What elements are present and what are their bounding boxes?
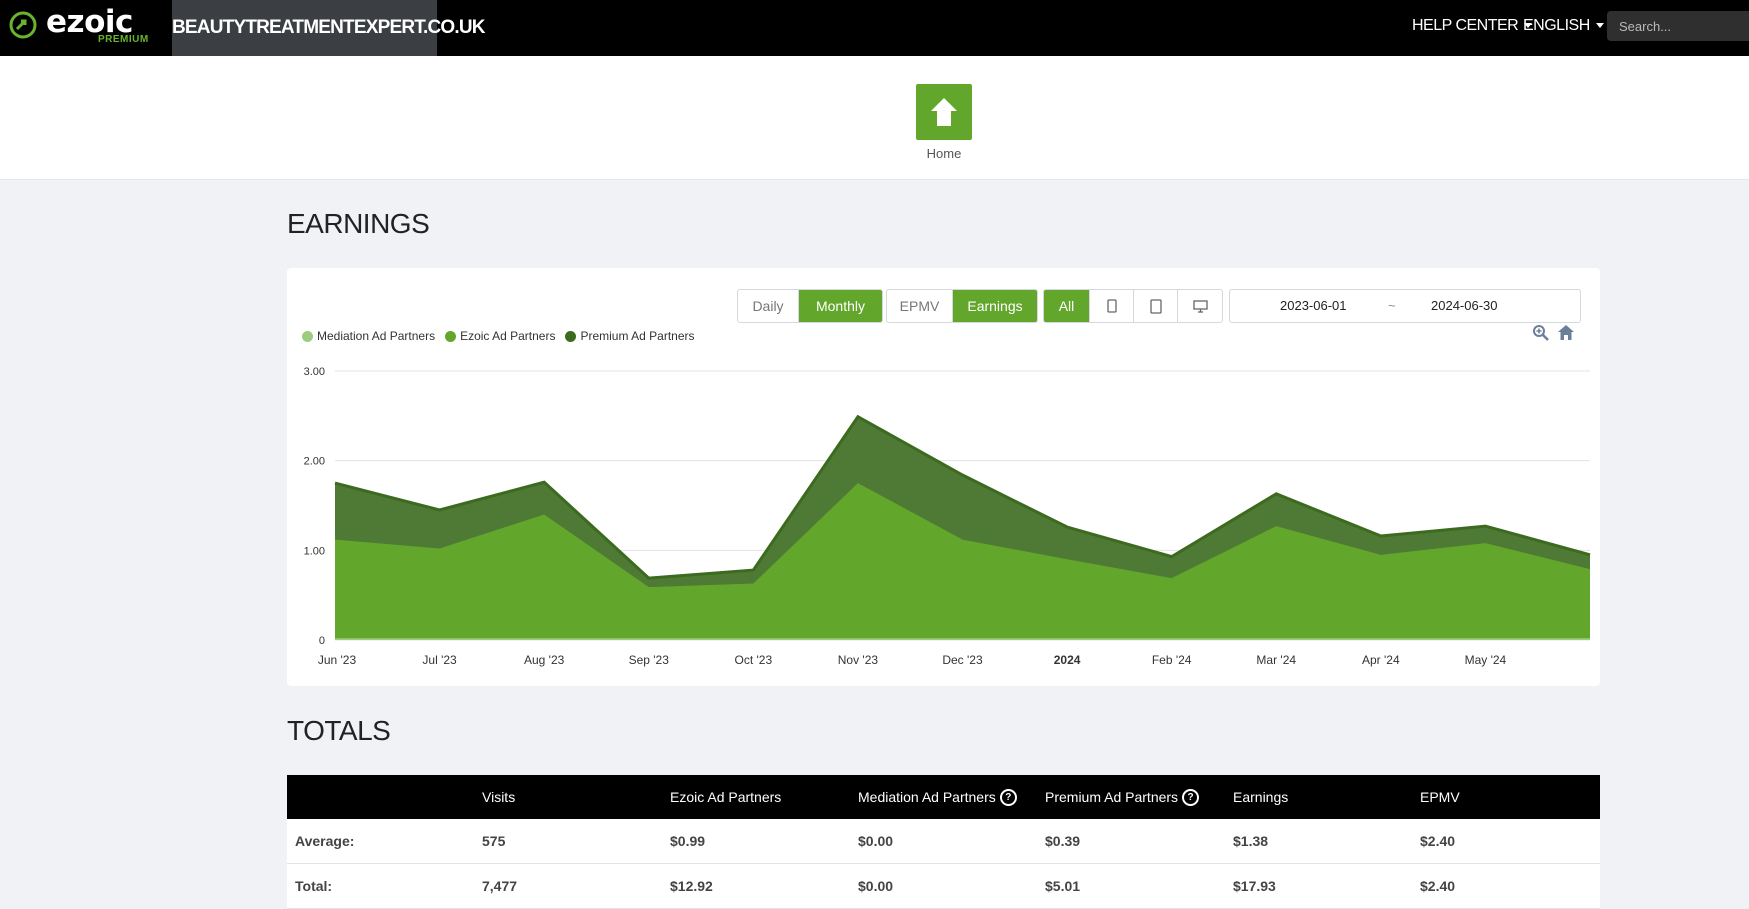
earnings-title: EARNINGS: [287, 208, 430, 239]
period-toggle: Daily Monthly: [737, 289, 883, 323]
x-tick-label: Oct '23: [735, 653, 773, 667]
header-mediation-ad-partners: Mediation Ad Partners?: [858, 775, 1017, 819]
tablet-icon: [1149, 298, 1162, 314]
logo-subtitle: PREMIUM: [98, 34, 149, 45]
cell-visits: 575: [482, 833, 506, 849]
all-devices-button[interactable]: All: [1044, 290, 1090, 322]
search-input[interactable]: [1607, 11, 1749, 41]
chevron-down-icon: [1595, 23, 1604, 29]
home-button[interactable]: [916, 84, 972, 140]
date-separator: ~: [1388, 298, 1396, 313]
epmv-button[interactable]: EPMV: [887, 290, 953, 322]
home-bar: [0, 56, 1749, 180]
monthly-button[interactable]: Monthly: [799, 290, 882, 322]
totals-table: Visits Ezoic Ad Partners Mediation Ad Pa…: [287, 775, 1600, 909]
cell-premium: $0.39: [1045, 833, 1081, 849]
cell-epmv: $2.40: [1420, 878, 1456, 894]
cell-mediation: $0.00: [858, 833, 894, 849]
home-icon: [931, 98, 957, 126]
header-earnings: Earnings: [1233, 789, 1289, 805]
help-center-menu[interactable]: HELP CENTER: [1412, 0, 1533, 52]
y-tick-label: 2.00: [304, 456, 325, 468]
cell-earnings: $17.93: [1233, 878, 1276, 894]
ezoic-logo[interactable]: ezoic PREMIUM: [8, 4, 158, 52]
row-label: Total:: [295, 878, 333, 894]
cell-earnings: $1.38: [1233, 833, 1269, 849]
x-tick-label: Dec '23: [942, 653, 983, 667]
cell-ezoic: $12.92: [670, 878, 713, 894]
language-menu[interactable]: ENGLISH: [1523, 0, 1604, 52]
x-tick-label: Aug '23: [524, 653, 565, 667]
cell-ezoic: $0.99: [670, 833, 706, 849]
header-epmv: EPMV: [1420, 789, 1460, 805]
date-range-picker[interactable]: 2023-06-01 ~ 2024-06-30: [1229, 289, 1581, 323]
cell-premium: $5.01: [1045, 878, 1081, 894]
help-icon[interactable]: ?: [1182, 788, 1200, 806]
date-from[interactable]: 2023-06-01: [1280, 290, 1347, 322]
x-tick-label: May '24: [1465, 653, 1507, 667]
earnings-button[interactable]: Earnings: [953, 290, 1037, 322]
x-tick-label: Sep '23: [629, 653, 670, 667]
date-to[interactable]: 2024-06-30: [1431, 290, 1498, 322]
cell-mediation: $0.00: [858, 878, 894, 894]
x-tick-label: Jun '23: [318, 653, 357, 667]
table-row: Average: 575 $0.99 $0.00 $0.39 $1.38 $2.…: [287, 819, 1600, 864]
x-tick-label: Feb '24: [1152, 653, 1192, 667]
tablet-button[interactable]: [1134, 290, 1178, 322]
y-tick-label: 0: [319, 635, 325, 647]
help-icon[interactable]: ?: [999, 788, 1017, 806]
header-visits: Visits: [482, 789, 516, 805]
daily-button[interactable]: Daily: [738, 290, 799, 322]
metric-toggle: EPMV Earnings: [886, 289, 1038, 323]
desktop-button[interactable]: [1178, 290, 1222, 322]
help-center-label: HELP CENTER: [1412, 17, 1519, 34]
language-label: ENGLISH: [1523, 17, 1590, 34]
totals-title: TOTALS: [287, 715, 391, 746]
site-selector[interactable]: BEAUTYTREATMENTEXPERT.CO.UK: [172, 0, 485, 56]
x-tick-label: Apr '24: [1362, 653, 1400, 667]
y-tick-label: 3.00: [304, 366, 325, 378]
top-navbar: ezoic PREMIUM BEAUTYTREATMENTEXPERT.CO.U…: [0, 0, 1749, 56]
header-mediation-label: Mediation Ad Partners: [858, 789, 996, 805]
x-tick-label: Nov '23: [838, 653, 879, 667]
desktop-icon: [1192, 299, 1208, 313]
cell-epmv: $2.40: [1420, 833, 1456, 849]
earnings-chart: 0 1.00 2.00 3.00 Jun '23 Jul '23 Aug '23 Sep '2…: [304, 366, 1591, 667]
header-premium-ad-partners: Premium Ad Partners?: [1045, 775, 1200, 819]
cell-visits: 7,477: [482, 878, 518, 894]
home-label: Home: [926, 146, 962, 161]
table-row: Total: 7,477 $12.92 $0.00 $5.01 $17.93 $…: [287, 864, 1600, 909]
y-tick-label: 1.00: [304, 545, 325, 557]
header-ezoic-ad-partners: Ezoic Ad Partners: [670, 789, 782, 805]
x-tick-label: 2024: [1054, 653, 1081, 667]
mobile-icon: [1106, 299, 1117, 313]
row-label: Average:: [295, 833, 355, 849]
device-toggle: All: [1043, 289, 1223, 323]
x-tick-label: Mar '24: [1256, 653, 1296, 667]
x-tick-label: Jul '23: [422, 653, 457, 667]
header-premium-label: Premium Ad Partners: [1045, 789, 1179, 805]
ezoic-logo-icon: [9, 11, 37, 39]
totals-header-row: Visits Ezoic Ad Partners Mediation Ad Pa…: [287, 775, 1600, 819]
mobile-button[interactable]: [1090, 290, 1134, 322]
